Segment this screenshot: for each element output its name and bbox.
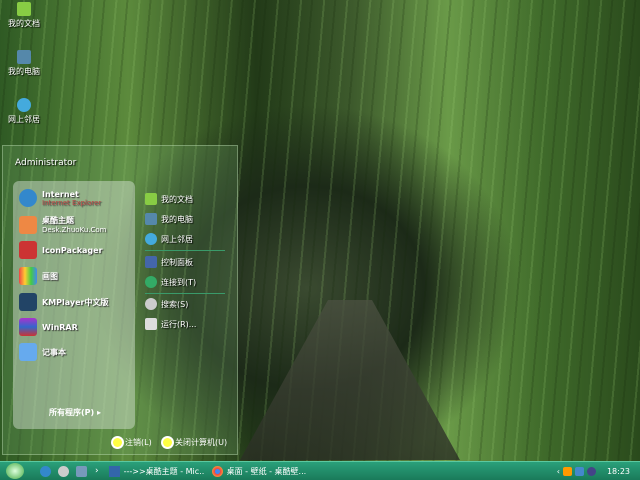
- label: 网上邻居: [161, 234, 193, 244]
- start-menu: Administrator Internet Internet Explorer …: [2, 145, 238, 455]
- label: 注销(L): [125, 438, 152, 447]
- globe-icon: [145, 276, 157, 288]
- divider: [145, 293, 225, 294]
- label: 搜索(S): [161, 299, 189, 309]
- desktop-quicklaunch-icon[interactable]: [76, 465, 87, 477]
- pinned-programs: Internet Internet Explorer 桌酷主题 Desk.ZhuoK…: [13, 181, 135, 429]
- menu-item-my-documents[interactable]: 我的文档: [145, 193, 193, 205]
- media-quicklaunch-icon[interactable]: [58, 465, 69, 477]
- label: 控制面板: [161, 257, 193, 267]
- shutdown-icon: [163, 438, 172, 447]
- menu-item-kmplayer[interactable]: KMPlayer中文版: [19, 293, 109, 311]
- start-button[interactable]: [6, 463, 24, 479]
- label: 记事本: [42, 347, 66, 357]
- ie-icon: [19, 189, 37, 207]
- all-programs-button[interactable]: 所有程序(P) ▸: [49, 407, 101, 418]
- browser-icon: [211, 465, 223, 477]
- menu-item-zhuoku[interactable]: 桌酷主题 Desk.ZhuoKu.Com: [19, 215, 106, 234]
- menu-item-iconpackager[interactable]: IconPackager: [19, 241, 103, 259]
- label: --->>桌酷主题 - Mic...: [123, 466, 204, 476]
- logoff-icon: [113, 438, 122, 447]
- task-button-word[interactable]: --->>桌酷主题 - Mic...: [108, 465, 204, 477]
- label: 桌酷主题: [42, 216, 74, 225]
- network-icon: [145, 233, 157, 245]
- label: 画图: [42, 271, 58, 281]
- desktop-icon-label: 网上邻居: [8, 115, 40, 124]
- desktop-icon-my-documents[interactable]: 我的文档: [4, 2, 44, 29]
- clock[interactable]: 18:23: [607, 467, 630, 476]
- menu-item-network[interactable]: 网上邻居: [145, 233, 193, 245]
- label: Internet: [42, 189, 79, 199]
- notepad-icon: [19, 343, 37, 361]
- menu-item-winrar[interactable]: WinRAR: [19, 318, 78, 336]
- desktop-icon-label: 我的电脑: [8, 67, 40, 76]
- menu-item-control-panel[interactable]: 控制面板: [145, 256, 193, 268]
- desktop-icon-my-computer[interactable]: 我的电脑: [4, 50, 44, 77]
- label: 关闭计算机(U): [175, 438, 228, 447]
- divider: [145, 250, 225, 251]
- shutdown-button[interactable]: 关闭计算机(U): [163, 437, 227, 448]
- kmplayer-icon: [19, 293, 37, 311]
- label: IconPackager: [42, 245, 103, 255]
- iconpackager-icon: [19, 241, 37, 259]
- computer-icon: [145, 213, 157, 225]
- logoff-button[interactable]: 注销(L): [113, 437, 152, 448]
- taskbar: › --->>桌酷主题 - Mic... 桌面 - 壁纸 - 桌酷壁... ‹ …: [0, 461, 640, 480]
- label: 连接到(T): [161, 277, 197, 287]
- control-panel-icon: [145, 256, 157, 268]
- search-icon: [145, 298, 157, 310]
- label: KMPlayer中文版: [42, 297, 109, 307]
- ie-quicklaunch-icon[interactable]: [40, 465, 51, 477]
- desktop-icon-network[interactable]: 网上邻居: [4, 98, 44, 125]
- folder-icon: [17, 2, 31, 16]
- quicklaunch-more-icon[interactable]: ›: [95, 466, 99, 476]
- folder-icon: [145, 193, 157, 205]
- network-tray-icon[interactable]: [574, 466, 584, 476]
- label: 所有程序(P): [49, 408, 95, 417]
- tray-expand-icon[interactable]: ‹: [557, 467, 560, 476]
- network-icon: [17, 98, 31, 112]
- label: 运行(R)...: [161, 319, 197, 329]
- menu-item-paint[interactable]: 画图: [19, 267, 58, 285]
- zhuoku-icon: [19, 215, 37, 234]
- word-icon: [108, 465, 120, 477]
- qq-icon[interactable]: [562, 466, 572, 476]
- menu-item-notepad[interactable]: 记事本: [19, 343, 66, 361]
- menu-item-internet[interactable]: Internet Internet Explorer: [19, 189, 101, 207]
- sublabel: Internet Explorer: [42, 198, 102, 207]
- desktop-icon-label: 我的文档: [8, 19, 40, 28]
- arrow-right-icon: ▸: [96, 408, 101, 417]
- label: 我的文档: [161, 194, 193, 204]
- paint-icon: [19, 267, 37, 285]
- computer-icon: [17, 50, 31, 64]
- task-button-browser[interactable]: 桌面 - 壁纸 - 桌酷壁...: [211, 465, 307, 477]
- label: WinRAR: [42, 322, 78, 332]
- menu-item-search[interactable]: 搜索(S): [145, 298, 188, 310]
- volume-icon[interactable]: [586, 466, 596, 476]
- sublabel: Desk.ZhuoKu.Com: [42, 226, 107, 234]
- user-name: Administrator: [15, 158, 77, 168]
- menu-item-my-computer[interactable]: 我的电脑: [145, 213, 193, 225]
- run-icon: [145, 318, 157, 330]
- menu-item-connect-to[interactable]: 连接到(T): [145, 276, 196, 288]
- label: 我的电脑: [161, 214, 193, 224]
- label: 桌面 - 壁纸 - 桌酷壁...: [226, 466, 307, 476]
- winrar-icon: [19, 318, 37, 336]
- system-tray: ‹ 18:23: [557, 466, 640, 476]
- menu-item-run[interactable]: 运行(R)...: [145, 318, 196, 330]
